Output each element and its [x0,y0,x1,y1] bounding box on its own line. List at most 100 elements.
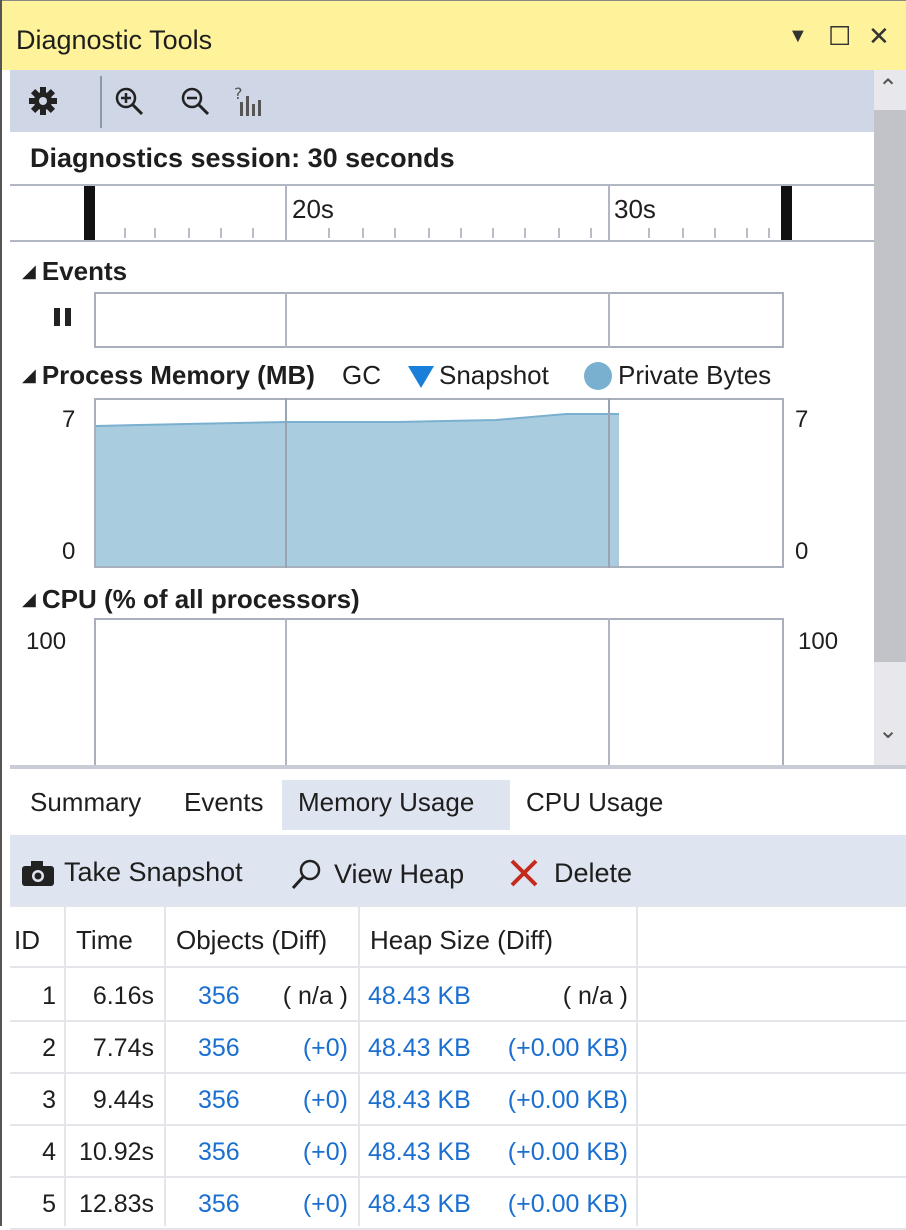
events-track[interactable] [94,292,784,348]
cell-heap-size[interactable]: 48.43 KB [368,1138,471,1167]
table-header-top-line [10,905,906,907]
cell-time: 6.16s [92,982,154,1010]
cell-objects[interactable]: 356 [198,1190,240,1219]
view-heap-label: View Heap [334,858,465,889]
take-snapshot-button[interactable]: Take Snapshot [20,857,243,888]
ruler-minor-tick [714,228,716,238]
cpu-graph[interactable] [94,618,784,778]
selection-start-handle[interactable] [84,186,95,240]
diagnostic-tools-window: Diagnostic Tools ▼ ☐ ✕ ? ⌃ ⌄ Diagnostics… [0,0,906,1230]
cell-heap-size[interactable]: 48.43 KB [368,1086,471,1115]
cell-objects[interactable]: 356 [198,1034,240,1063]
dropdown-icon[interactable]: ▼ [788,19,808,53]
cell-objects[interactable]: 356 [198,1138,240,1167]
maximize-icon[interactable]: ☐ [828,19,851,53]
memory-gridline [608,398,610,568]
events-gridline [285,292,287,348]
memory-gridline [285,398,287,568]
cell-objects-diff: (+0) [302,1190,348,1218]
cell-heap-size[interactable]: 48.43 KB [368,1034,471,1063]
selection-end-handle[interactable] [781,186,792,240]
cell-id: 2 [42,1034,56,1062]
cell-id: 3 [42,1086,56,1114]
ruler-minor-tick [682,228,684,238]
ruler-minor-tick [524,228,526,238]
zoom-in-icon[interactable] [106,78,152,124]
scroll-down-icon[interactable]: ⌄ [878,716,898,745]
cell-heap-diff: (+0.00 KB) [507,1190,628,1218]
toolbar: ? [10,70,874,132]
ruler-major-tick [285,186,287,240]
cpu-section-title[interactable]: ◢ CPU (% of all processors) [22,584,360,615]
cell-time: 7.74s [92,1034,154,1062]
take-snapshot-label: Take Snapshot [64,857,243,887]
cell-time: 10.92s [78,1138,154,1166]
legend-snapshot: Snapshot [439,360,549,390]
cell-time: 9.44s [92,1086,154,1114]
cpu-gridline [608,618,610,765]
column-header-objects[interactable]: Objects (Diff) [176,925,327,956]
ruler-minor-tick [154,228,156,238]
memory-title-text: Process Memory (MB) [41,360,315,390]
close-icon[interactable]: ✕ [868,19,890,53]
delete-label: Delete [554,857,633,888]
scroll-up-icon[interactable]: ⌃ [878,74,898,103]
pause-icon[interactable] [52,306,74,333]
cell-id: 5 [42,1190,56,1218]
ruler-minor-tick [362,228,364,238]
cell-heap-diff: (+0.00 KB) [507,1138,628,1166]
memory-graph[interactable] [94,398,784,568]
events-section-title[interactable]: ◢ Events [22,256,127,287]
column-header-time[interactable]: Time [76,925,133,956]
search-icon [291,859,321,890]
window-title: Diagnostic Tools [16,25,213,55]
cell-objects-diff: ( n/a ) [282,982,348,1010]
cell-heap-diff: ( n/a ) [562,982,628,1010]
column-header-id[interactable]: ID [14,925,40,956]
cell-objects[interactable]: 356 [198,1086,240,1115]
cpu-gridline [285,618,287,765]
events-gridline [608,292,610,348]
view-heap-button[interactable]: View Heap [290,857,464,891]
cell-time: 12.83s [78,1190,154,1218]
cell-objects[interactable]: 356 [198,982,240,1011]
tab-events[interactable]: Events [184,787,264,818]
memory-section-title[interactable]: ◢ Process Memory (MB) [22,360,315,391]
reset-zoom-icon[interactable]: ? [226,78,272,124]
zoom-out-icon[interactable] [172,78,218,124]
cell-objects-diff: (+0) [302,1138,348,1166]
table-header-bottom-line [10,966,906,968]
gear-icon[interactable] [20,78,66,124]
cell-heap-size[interactable]: 48.43 KB [368,1190,471,1219]
ruler-minor-tick [428,228,430,238]
private-bytes-legend-icon [584,362,612,390]
memory-y-min-left: 0 [62,538,76,565]
collapse-triangle-icon: ◢ [22,365,36,385]
ruler-minor-tick [252,228,254,238]
legend-private-bytes: Private Bytes [618,360,772,390]
ruler-minor-tick [558,228,560,238]
cell-objects-diff: (+0) [302,1086,348,1114]
collapse-triangle-icon: ◢ [22,261,36,281]
ruler-bottom-line [10,240,874,242]
scrollbar-thumb[interactable] [874,110,906,662]
column-header-heap-size[interactable]: Heap Size (Diff) [370,925,553,956]
memory-y-max-right: 7 [795,406,809,433]
cell-id: 1 [42,982,56,1010]
ruler-minor-tick [220,228,222,238]
ruler-minor-tick [124,228,126,238]
cell-heap-size[interactable]: 48.43 KB [368,982,471,1011]
events-title-text: Events [41,256,128,286]
tab-cpu-usage[interactable]: CPU Usage [526,787,663,818]
ruler-major-tick [608,186,610,240]
tab-summary[interactable]: Summary [30,787,141,818]
title-bar: Diagnostic Tools ▼ ☐ ✕ [2,0,906,70]
delete-button[interactable]: Delete [508,857,632,889]
memory-y-max-left: 7 [62,406,76,433]
ruler-label-30s: 30s [614,194,656,224]
cell-id: 4 [42,1138,56,1166]
memory-y-min-right: 0 [795,538,809,565]
tab-memory-usage[interactable]: Memory Usage [298,787,474,818]
ruler-minor-tick [188,228,190,238]
delete-icon [510,859,538,887]
